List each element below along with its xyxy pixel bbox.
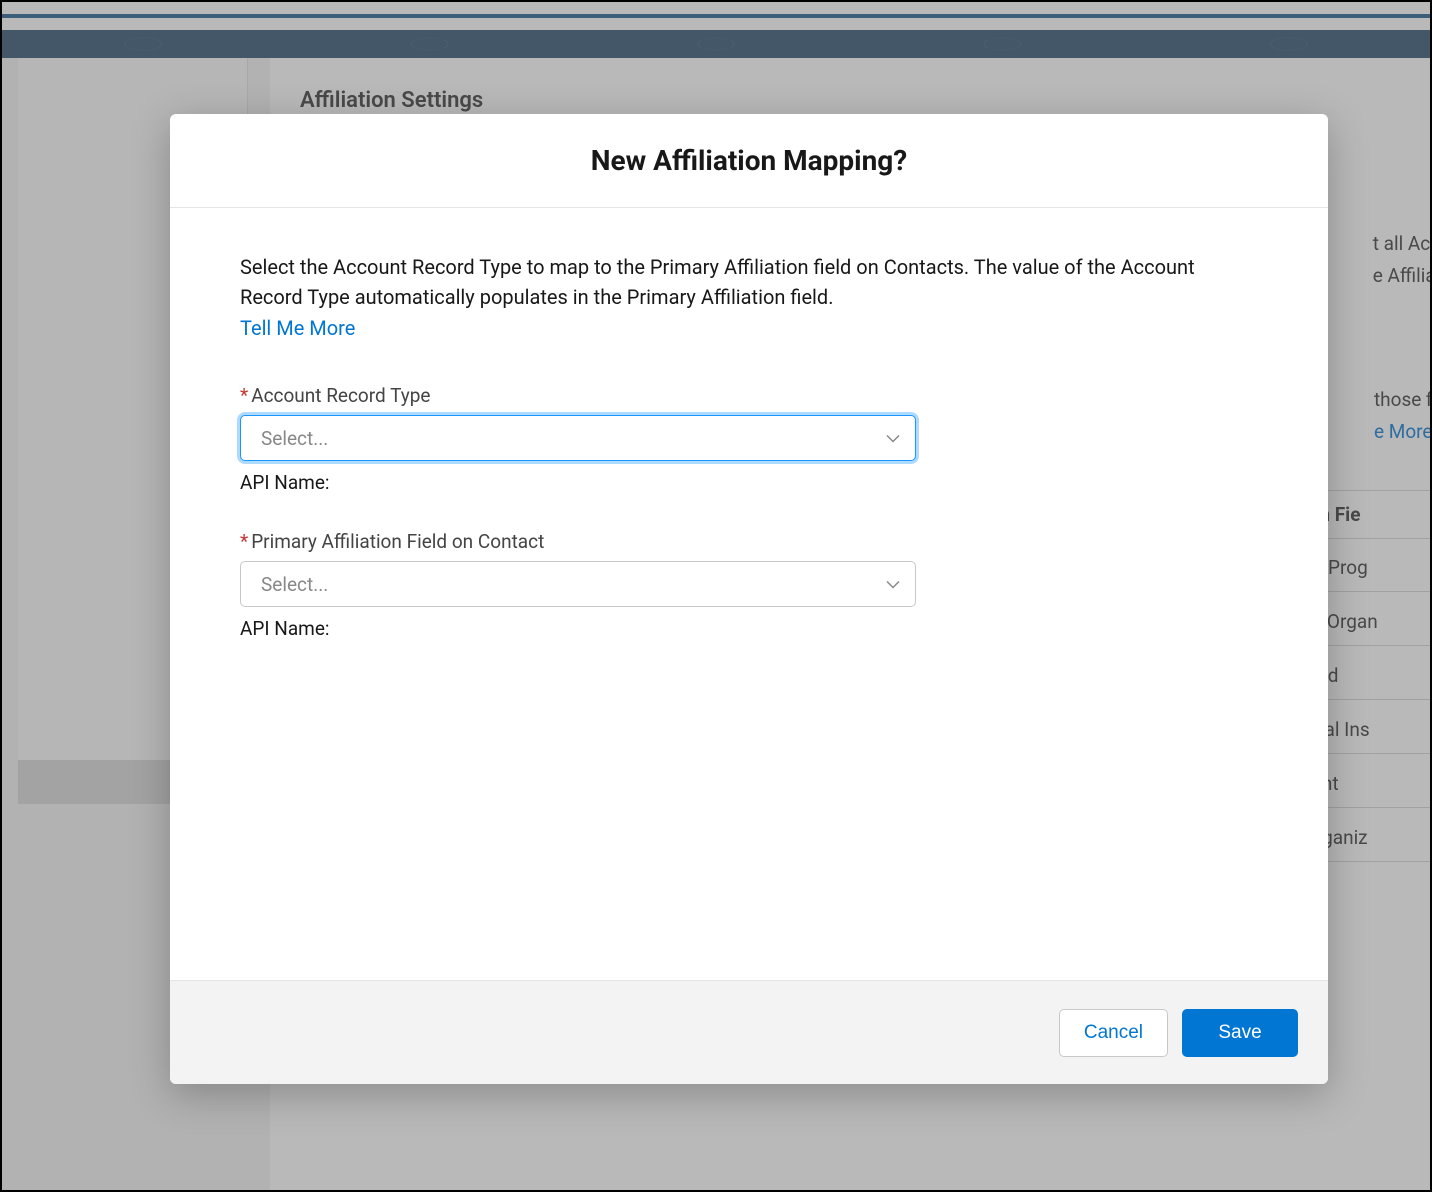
- account-record-type-group: *Account Record Type Select... API Name:: [240, 384, 1258, 494]
- modal-header: New Affiliation Mapping?: [170, 114, 1328, 208]
- new-affiliation-mapping-modal: New Affiliation Mapping? Select the Acco…: [170, 114, 1328, 1084]
- primary-affiliation-group: *Primary Affiliation Field on Contact Se…: [240, 530, 1258, 640]
- primary-affiliation-label: *Primary Affiliation Field on Contact: [240, 530, 1258, 553]
- tell-me-more-link[interactable]: Tell Me More: [240, 316, 355, 340]
- account-record-type-api-name: API Name:: [240, 471, 1258, 494]
- modal-body: Select the Account Record Type to map to…: [170, 208, 1328, 980]
- required-mark: *: [240, 384, 248, 407]
- primary-affiliation-api-name: API Name:: [240, 617, 1258, 640]
- primary-affiliation-select-wrapper: Select...: [240, 561, 916, 607]
- primary-affiliation-select[interactable]: Select...: [240, 561, 916, 607]
- modal-instructions: Select the Account Record Type to map to…: [240, 252, 1258, 312]
- required-mark: *: [240, 530, 248, 553]
- account-record-type-select-wrapper: Select...: [240, 415, 916, 461]
- cancel-button[interactable]: Cancel: [1059, 1009, 1168, 1057]
- modal-title: New Affiliation Mapping?: [170, 144, 1328, 177]
- modal-footer: Cancel Save: [170, 980, 1328, 1084]
- account-record-type-label: *Account Record Type: [240, 384, 1258, 407]
- account-record-type-select[interactable]: Select...: [240, 415, 916, 461]
- save-button[interactable]: Save: [1182, 1009, 1298, 1057]
- select-placeholder: Select...: [261, 427, 328, 450]
- select-placeholder: Select...: [261, 573, 328, 596]
